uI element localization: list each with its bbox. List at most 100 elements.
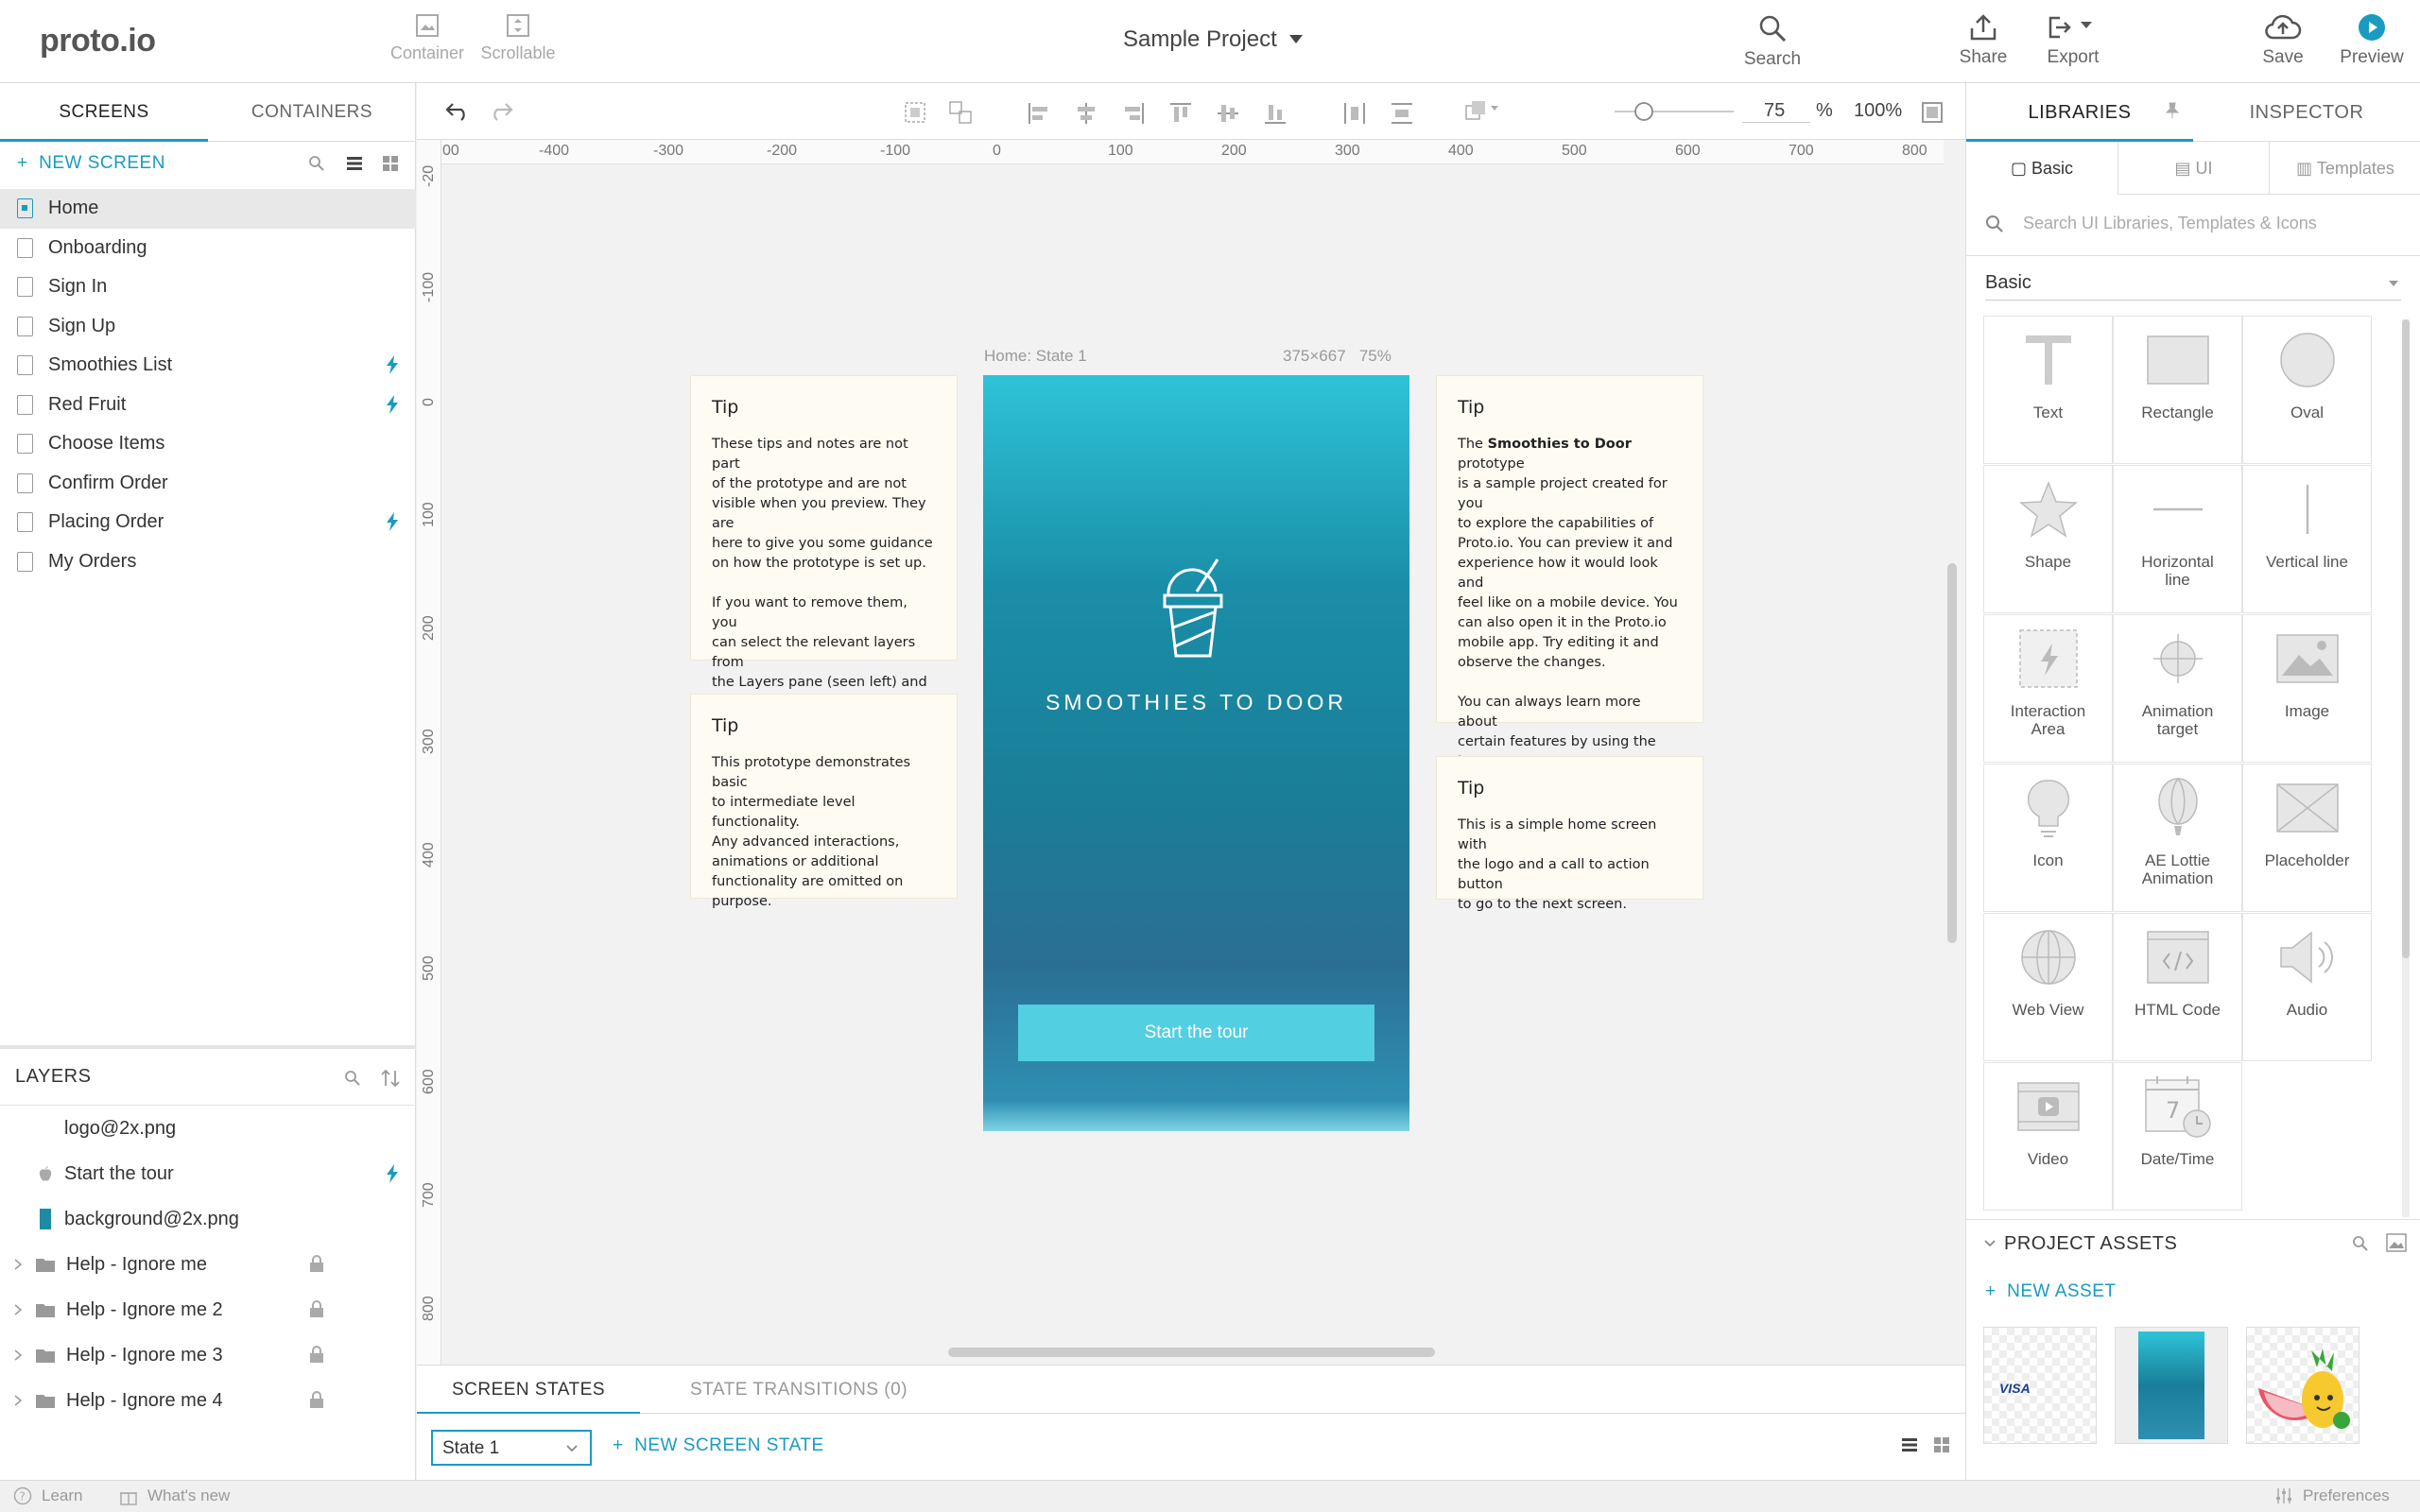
- state-select[interactable]: State 1: [431, 1430, 592, 1466]
- container-tool[interactable]: Container: [382, 13, 473, 63]
- layer-group[interactable]: Help - Ignore me 2: [0, 1287, 416, 1332]
- layer-item[interactable]: background@2x.png: [0, 1196, 416, 1242]
- export-button[interactable]: Export: [2021, 13, 2125, 68]
- library-select[interactable]: Basic: [1985, 272, 2401, 301]
- library-search[interactable]: Search UI Libraries, Templates & Icons: [1985, 214, 2317, 233]
- new-screen-button[interactable]: + NEW SCREEN: [17, 153, 165, 174]
- subtab-ui[interactable]: ▤ UI: [2118, 142, 2270, 195]
- distribute-vertical-icon[interactable]: [1391, 102, 1413, 125]
- horizontal-scrollbar[interactable]: [948, 1348, 1435, 1357]
- screen-item-onboarding[interactable]: Onboarding: [0, 229, 416, 268]
- library-item-vertical-line[interactable]: Vertical line: [2242, 465, 2372, 613]
- library-item-rectangle[interactable]: Rectangle: [2113, 316, 2242, 464]
- chevron-right-icon[interactable]: [13, 1394, 23, 1407]
- library-item-html-code[interactable]: HTML Code: [2113, 913, 2242, 1061]
- subtab-templates[interactable]: ▥ Templates: [2270, 142, 2420, 195]
- library-item-horizontal-line[interactable]: Horizontal line: [2113, 465, 2242, 613]
- screen-item-placing-order[interactable]: Placing Order: [0, 503, 416, 542]
- subtab-basic[interactable]: ▢ Basic: [1966, 142, 2118, 195]
- whats-new-button[interactable]: What's new: [119, 1486, 230, 1505]
- tip-note[interactable]: Tip This prototype demonstrates basic to…: [690, 694, 958, 909]
- group-icon[interactable]: [903, 100, 927, 125]
- lock-icon[interactable]: [309, 1300, 324, 1317]
- scrollable-tool[interactable]: Scrollable: [473, 13, 563, 63]
- list-view-icon[interactable]: [346, 155, 363, 172]
- tab-screen-states[interactable]: SCREEN STATES: [417, 1366, 640, 1415]
- grid-view-icon[interactable]: [1933, 1436, 1950, 1453]
- screen-item-sign-up[interactable]: Sign Up: [0, 307, 416, 347]
- library-item-video[interactable]: Video: [1983, 1062, 2113, 1211]
- align-center-icon[interactable]: [1075, 102, 1098, 125]
- screen-item-choose-items[interactable]: Choose Items: [0, 424, 416, 464]
- align-bottom-icon[interactable]: [1264, 102, 1287, 125]
- ungroup-icon[interactable]: [948, 100, 973, 125]
- align-right-icon[interactable]: [1122, 102, 1145, 125]
- tip-note[interactable]: Tip This is a simple home screen with th…: [1436, 756, 1703, 912]
- tab-containers[interactable]: CONTAINERS: [208, 83, 416, 142]
- lock-icon[interactable]: [309, 1391, 324, 1408]
- tip-note[interactable]: Tip These tips and notes are not part of…: [690, 375, 958, 710]
- chevron-down-icon[interactable]: [1983, 1239, 1996, 1248]
- library-item-lottie[interactable]: AE Lottie Animation: [2113, 764, 2242, 912]
- library-item-date-time[interactable]: 7 Date/Time: [2113, 1062, 2242, 1211]
- layer-group[interactable]: Help - Ignore me: [0, 1242, 416, 1287]
- screen-item-home[interactable]: Home: [0, 189, 416, 229]
- pin-icon[interactable]: [2165, 102, 2180, 119]
- search-button[interactable]: Search: [1720, 13, 1824, 70]
- preferences-button[interactable]: Preferences: [2274, 1486, 2390, 1505]
- screen-item-confirm-order[interactable]: Confirm Order: [0, 464, 416, 504]
- library-scrollbar[interactable]: [2402, 319, 2410, 958]
- layer-item[interactable]: Start the tour: [0, 1151, 416, 1196]
- layer-group[interactable]: Help - Ignore me 4: [0, 1378, 416, 1423]
- layer-item[interactable]: logo@2x.png: [0, 1106, 416, 1151]
- library-item-oval[interactable]: Oval: [2242, 316, 2372, 464]
- preview-button[interactable]: Preview: [2320, 13, 2420, 68]
- library-item-interaction-area[interactable]: Interaction Area: [1983, 614, 2113, 763]
- search-icon[interactable]: [2352, 1235, 2369, 1252]
- zoom-100-button[interactable]: 100%: [1854, 100, 1902, 122]
- chevron-right-icon[interactable]: [13, 1349, 23, 1362]
- fit-screen-icon[interactable]: [1922, 102, 1943, 123]
- share-button[interactable]: Share: [1931, 13, 2035, 68]
- start-tour-button[interactable]: Start the tour: [1018, 1005, 1374, 1061]
- asset-thumbnail[interactable]: VISA: [1983, 1327, 2097, 1444]
- arrange-icon[interactable]: [1464, 98, 1502, 125]
- new-screen-state-button[interactable]: + NEW SCREEN STATE: [613, 1435, 824, 1456]
- zoom-input[interactable]: 75: [1764, 100, 1785, 122]
- screen-item-red-fruit[interactable]: Red Fruit: [0, 386, 416, 425]
- tab-screens[interactable]: SCREENS: [0, 83, 208, 142]
- library-item-text[interactable]: Text: [1983, 316, 2113, 464]
- tab-inspector[interactable]: INSPECTOR: [2193, 83, 2420, 142]
- list-view-icon[interactable]: [1901, 1436, 1918, 1453]
- sort-icon[interactable]: [380, 1068, 401, 1089]
- chevron-right-icon[interactable]: [13, 1303, 23, 1316]
- project-title-dropdown[interactable]: Sample Project: [1123, 26, 1304, 53]
- undo-icon[interactable]: [445, 100, 470, 121]
- app-logo[interactable]: proto.io: [40, 23, 156, 60]
- learn-button[interactable]: ? Learn: [13, 1486, 82, 1505]
- align-top-icon[interactable]: [1169, 102, 1192, 125]
- tab-libraries[interactable]: LIBRARIES: [1966, 83, 2193, 142]
- search-icon[interactable]: [308, 155, 325, 172]
- library-item-icon[interactable]: Icon: [1983, 764, 2113, 912]
- grid-view-icon[interactable]: [382, 155, 399, 172]
- library-item-web-view[interactable]: Web View: [1983, 913, 2113, 1061]
- chevron-right-icon[interactable]: [13, 1258, 23, 1271]
- distribute-horizontal-icon[interactable]: [1343, 102, 1366, 125]
- screen-item-smoothies-list[interactable]: Smoothies List: [0, 346, 416, 386]
- asset-thumbnail[interactable]: [2115, 1327, 2228, 1444]
- screen-item-my-orders[interactable]: My Orders: [0, 542, 416, 582]
- tab-state-transitions[interactable]: STATE TRANSITIONS (0): [657, 1366, 941, 1415]
- lock-icon[interactable]: [309, 1346, 324, 1363]
- search-icon[interactable]: [344, 1070, 361, 1087]
- new-asset-button[interactable]: + NEW ASSET: [1985, 1281, 2117, 1302]
- screen-item-sign-in[interactable]: Sign In: [0, 267, 416, 307]
- image-icon[interactable]: [2386, 1233, 2407, 1252]
- library-item-audio[interactable]: Audio: [2242, 913, 2372, 1061]
- vertical-scrollbar[interactable]: [1947, 563, 1957, 943]
- align-middle-icon[interactable]: [1217, 102, 1239, 125]
- zoom-slider[interactable]: [1613, 100, 1736, 123]
- library-item-shape[interactable]: Shape: [1983, 465, 2113, 613]
- redo-icon[interactable]: [489, 100, 513, 121]
- library-item-animation-target[interactable]: Animation target: [2113, 614, 2242, 763]
